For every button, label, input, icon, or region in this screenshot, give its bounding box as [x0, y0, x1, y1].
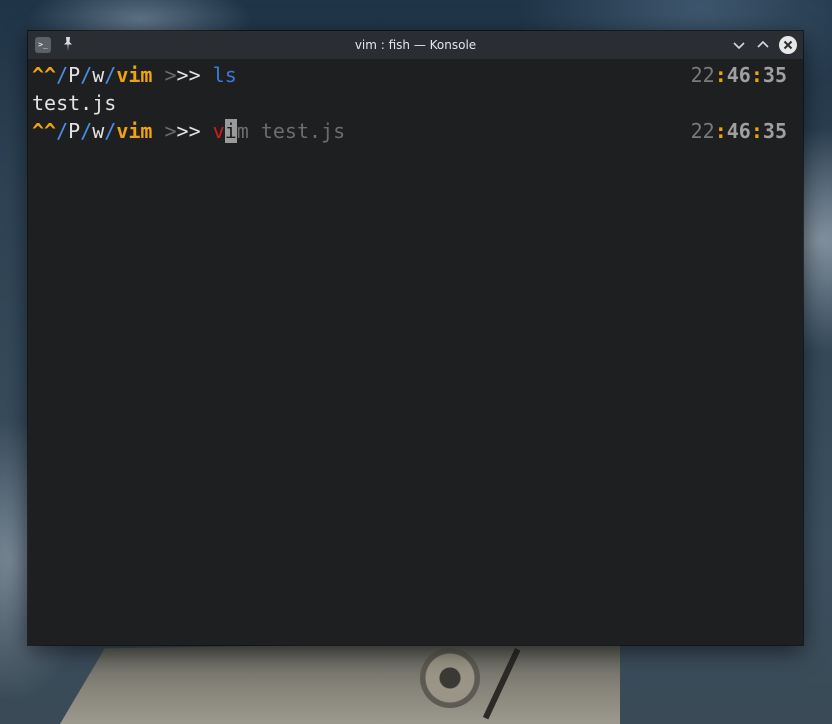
prompt-separator: /: [104, 119, 117, 143]
text-cursor: i: [224, 119, 237, 143]
prompt-separator: /: [80, 119, 93, 143]
prompt-separator: /: [56, 119, 69, 143]
prompt-symbol-dim: >: [152, 119, 177, 143]
prompt-cwd: vim: [116, 119, 153, 143]
typed-command: v: [212, 119, 225, 143]
prompt-path-segment: w: [92, 119, 105, 143]
prompt-symbol: >>: [176, 119, 213, 143]
pin-icon-svg: [64, 37, 72, 51]
time-colon: :: [750, 63, 763, 87]
titlebar[interactable]: vim : fish — Konsole >_: [28, 31, 803, 59]
time-colon: :: [714, 119, 727, 143]
prompt-path-segment: P: [68, 63, 81, 87]
prompt-cwd: vim: [116, 63, 153, 87]
terminal-line-1: ^^/P/w/vim >>> ls: [32, 61, 237, 89]
close-icon: [783, 40, 793, 50]
right-prompt-time: 22:46:35: [691, 61, 787, 89]
right-prompt-time: 22:46:35: [691, 117, 787, 145]
prompt-caret: ^^: [32, 119, 57, 143]
time-colon: :: [714, 63, 727, 87]
prompt-separator: /: [80, 63, 93, 87]
terminal-area[interactable]: ^^/P/w/vim >>> ls 22:46:35 test.js ^^/P/…: [28, 59, 803, 645]
command-text: ls: [212, 63, 237, 87]
pin-icon[interactable]: [61, 36, 75, 52]
time-colon: :: [750, 119, 763, 143]
time-seconds: 35: [762, 63, 787, 87]
prompt-symbol-dim: >: [152, 63, 177, 87]
time-seconds: 35: [762, 119, 787, 143]
prompt-separator: /: [56, 63, 69, 87]
prompt-caret: ^^: [32, 63, 57, 87]
terminal-line-3: ^^/P/w/vim >>> vim test.js: [32, 117, 345, 145]
time-hours: 22: [690, 119, 715, 143]
window-title: vim : fish — Konsole: [354, 38, 477, 52]
wallpaper-station-module: [60, 640, 620, 724]
prompt-separator: /: [104, 63, 117, 87]
prompt-path-segment: w: [92, 63, 105, 87]
terminal-icon[interactable]: >_: [35, 37, 51, 53]
chevron-up-icon: [757, 40, 769, 48]
close-button[interactable]: [779, 36, 797, 54]
prompt-path-segment: P: [68, 119, 81, 143]
time-minutes: 46: [726, 63, 751, 87]
time-minutes: 46: [726, 119, 751, 143]
time-hours: 22: [690, 63, 715, 87]
prompt-symbol: >>: [176, 63, 213, 87]
minimize-button[interactable]: [730, 36, 748, 54]
autosuggestion: m test.js: [236, 119, 346, 143]
chevron-down-icon: [733, 42, 745, 50]
maximize-button[interactable]: [754, 36, 772, 54]
konsole-window: vim : fish — Konsole >_ ^^/P/w/vim >>> l…: [28, 31, 803, 645]
wallpaper-station-dish: [420, 648, 480, 708]
terminal-output-line: test.js: [32, 91, 117, 115]
